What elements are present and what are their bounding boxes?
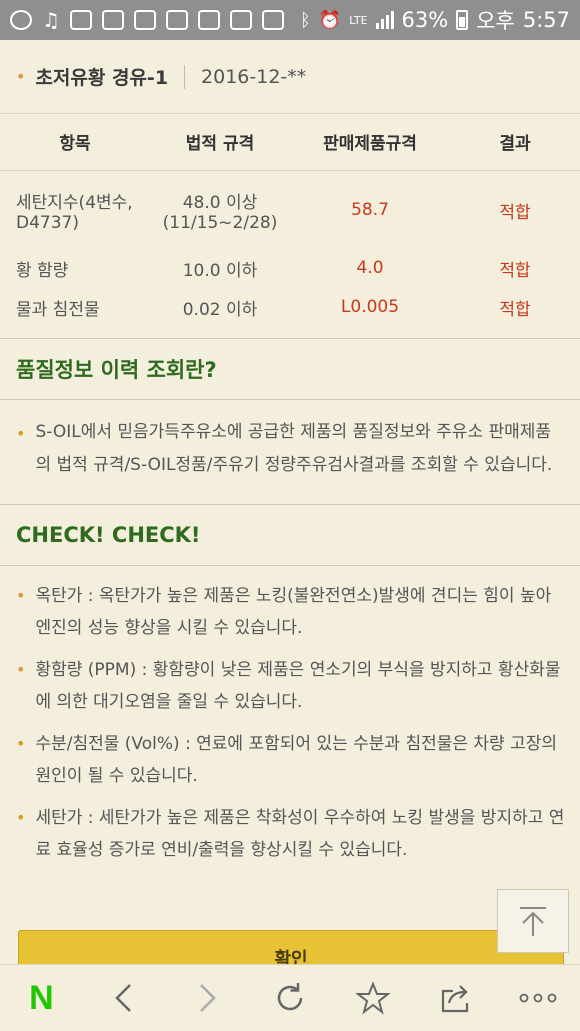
- scroll-top-button[interactable]: [497, 889, 569, 953]
- result-cell: 적합: [499, 260, 531, 281]
- bullet-icon: •: [16, 424, 26, 443]
- quality-description: • S-OIL에서 믿음가득주유소에 공급한 제품의 품질정보와 주유소 판매제…: [0, 400, 580, 504]
- page-title: • 초저유황 경유-1 2016-12-**: [0, 40, 580, 114]
- bullet-icon: •: [16, 67, 26, 86]
- flipboard-icon: [101, 10, 124, 30]
- more-dots-icon: [520, 993, 557, 1003]
- item-cell: 물과 침전물: [16, 299, 100, 320]
- result-cell: 적합: [499, 299, 531, 320]
- check-text: 수분/침전물 (Vol%) : 연료에 포함되어 있는 수분과 침전물은 차량 …: [35, 734, 558, 786]
- more-button[interactable]: [508, 968, 568, 1028]
- table-row: 세탄지수(4변수, D4737) 48.0 이상 (11/15~2/28) 58…: [0, 170, 580, 250]
- item-line: 세탄지수(4변수,: [16, 192, 133, 213]
- star-icon: [355, 981, 390, 1015]
- bookmark-button[interactable]: [343, 968, 403, 1028]
- check-list: • 옥탄가 : 옥탄가가 높은 제품은 노킹(불완전연소)발생에 견디는 힘이 …: [0, 566, 580, 866]
- chevron-right-icon: [200, 984, 216, 1012]
- check-icon: [261, 10, 284, 30]
- browser-nav-bar: N: [0, 964, 580, 1031]
- forward-button[interactable]: [177, 968, 237, 1028]
- check-text: 세탄가 : 세탄가가 높은 제품은 착화성이 우수하여 노킹 발생을 방지하고 …: [35, 808, 565, 860]
- product-cell: 4.0: [356, 258, 384, 278]
- file-icon: [229, 10, 252, 30]
- spec-table: 항목 법적 규격 판매제품규격 결과 세탄지수(4변수, D4737) 48.0…: [0, 114, 580, 328]
- check-section-title: CHECK! CHECK!: [0, 504, 580, 566]
- check-text: 황함량 (PPM) : 황함량이 낮은 제품은 연소기의 부식을 방지하고 황산…: [35, 660, 561, 712]
- bullet-icon: •: [16, 808, 26, 827]
- legal-line: 48.0 이상: [182, 192, 258, 213]
- bluetooth-icon: ᛒ: [299, 9, 311, 31]
- list-item: • 옥탄가 : 옥탄가가 높은 제품은 노킹(불완전연소)발생에 견디는 힘이 …: [16, 580, 566, 644]
- page-content: • 초저유황 경유-1 2016-12-** 항목 법적 규격 판매제품규격 결…: [0, 40, 580, 964]
- col-header: 법적 규격: [150, 114, 290, 171]
- quality-text: S-OIL에서 믿음가득주유소에 공급한 제품의 품질정보와 주유소 판매제품의…: [35, 422, 553, 475]
- signal-icon: [375, 11, 394, 29]
- refresh-icon: [10, 10, 32, 30]
- col-header: 판매제품규격: [290, 114, 450, 171]
- quality-section-title: 품질정보 이력 조회란?: [0, 338, 580, 400]
- legal-line: (11/15~2/28): [162, 212, 278, 233]
- reload-button[interactable]: [260, 968, 320, 1028]
- image-icon: [197, 10, 220, 30]
- bullet-icon: •: [16, 586, 26, 605]
- naver-logo-icon: N: [29, 978, 54, 1017]
- item-line: D4737): [16, 212, 79, 233]
- table-row: 황 함량 10.0 이하 4.0 적합: [0, 250, 580, 286]
- status-bar: ♫ ᛒ ⏰ LTE 63% 오후 5:57: [0, 0, 580, 40]
- col-header: 항목: [0, 114, 150, 171]
- item-cell: 세탄지수(4변수, D4737): [0, 170, 150, 250]
- am-pm: 오후: [476, 9, 515, 33]
- legal-cell: 10.0 이하: [182, 260, 258, 281]
- check-text: 옥탄가 : 옥탄가가 높은 제품은 노킹(불완전연소)발생에 견디는 힘이 높아…: [35, 586, 552, 638]
- product-title: 초저유황 경유-1: [35, 67, 169, 89]
- mail-icon: [165, 10, 188, 30]
- naver-home-button[interactable]: N: [11, 968, 71, 1028]
- battery-percent: 63%: [401, 8, 449, 32]
- battery-icon: [456, 10, 469, 30]
- shield-icon: [69, 10, 92, 30]
- list-item: • 세탄가 : 세탄가가 높은 제품은 착화성이 우수하여 노킹 발생을 방지하…: [16, 802, 566, 866]
- legal-cell: 0.02 이하: [182, 299, 258, 320]
- refresh-icon: [277, 983, 303, 1011]
- alarm-icon: ⏰: [318, 9, 342, 31]
- music-icon: ♫: [42, 8, 60, 32]
- result-cell: 적합: [499, 202, 531, 223]
- list-item: • 수분/침전물 (Vol%) : 연료에 포함되어 있는 수분과 침전물은 차…: [16, 728, 566, 792]
- bullet-icon: •: [16, 734, 26, 753]
- title-divider: [184, 64, 186, 89]
- legal-cell: 48.0 이상 (11/15~2/28): [150, 170, 290, 250]
- col-header: 결과: [450, 114, 580, 171]
- product-cell: 58.7: [351, 200, 389, 221]
- share-button[interactable]: [426, 968, 486, 1028]
- item-cell: 황 함량: [16, 260, 69, 281]
- share-icon: [441, 985, 468, 1013]
- test-date: 2016-12-**: [201, 65, 307, 88]
- lte-icon: LTE: [349, 13, 368, 27]
- product-cell: L0.005: [340, 297, 400, 317]
- chevron-left-icon: [115, 984, 132, 1012]
- list-item: • 황함량 (PPM) : 황함량이 낮은 제품은 연소기의 부식을 방지하고 …: [16, 654, 566, 718]
- table-header: 항목 법적 규격 판매제품규격 결과: [0, 114, 580, 171]
- clock: 5:57: [522, 8, 570, 32]
- back-button[interactable]: [94, 968, 154, 1028]
- blog-icon: [133, 10, 156, 30]
- arrow-up-icon: [520, 907, 546, 936]
- bullet-icon: •: [16, 660, 26, 679]
- table-row: 물과 침전물 0.02 이하 L0.005 적합: [0, 286, 580, 328]
